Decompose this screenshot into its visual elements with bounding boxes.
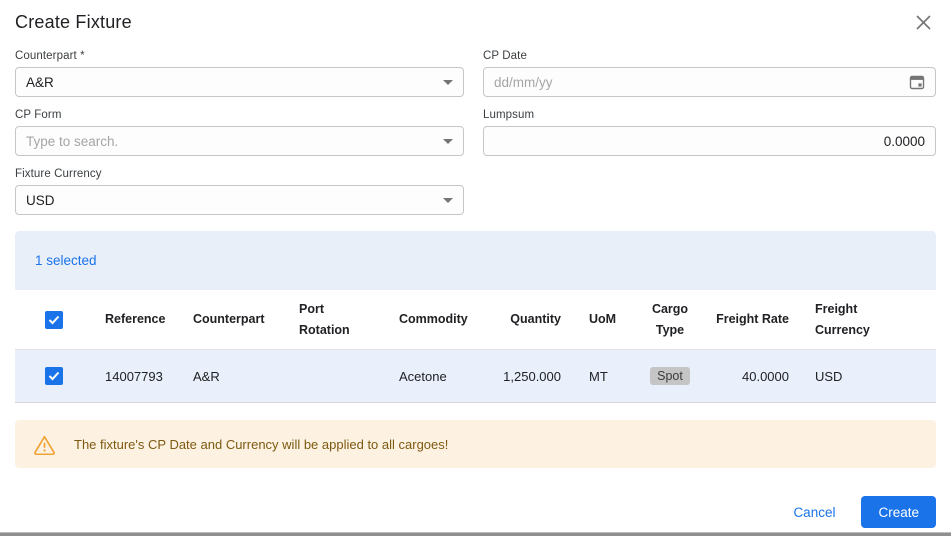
row-checkbox[interactable] (45, 367, 63, 385)
check-icon (48, 315, 60, 324)
warning-icon (34, 435, 55, 455)
table-row[interactable]: 14007793 A&R Acetone 1,250.000 MT Spot 4… (15, 350, 936, 403)
fixture-form: Counterpart * A&R CP Date CP Form Typ (15, 50, 936, 227)
cp-date-control (483, 67, 936, 97)
cargo-type-badge: Spot (650, 367, 690, 385)
lumpsum-input[interactable] (494, 127, 925, 155)
lumpsum-control (483, 126, 936, 156)
counterpart-value: A&R (26, 74, 54, 90)
header-checkbox-cell (15, 310, 91, 329)
fixture-currency-select[interactable]: USD (15, 185, 464, 215)
selection-banner: 1 selected (15, 231, 936, 290)
cargo-table: 1 selected Reference Counterpart Port Ro… (15, 231, 936, 403)
dialog-footer: Cancel Create (15, 496, 936, 528)
cell-reference: 14007793 (105, 368, 163, 384)
cell-commodity: Acetone (399, 368, 447, 384)
column-header-cargo-type: Cargo Type (651, 301, 689, 337)
fixture-currency-label: Fixture Currency (15, 168, 102, 180)
column-header-freight-rate: Freight Rate (716, 312, 789, 327)
cp-form-select[interactable]: Type to search. (15, 126, 464, 156)
counterpart-field: Counterpart * A&R (15, 50, 464, 97)
cell-cargo-type: Spot (629, 367, 711, 385)
chevron-down-icon (443, 197, 453, 203)
cp-date-field: CP Date (483, 50, 936, 97)
fixture-currency-field: Fixture Currency USD (15, 168, 464, 215)
column-header-quantity: Quantity (510, 312, 561, 327)
lumpsum-field: Lumpsum (483, 109, 936, 156)
counterpart-select[interactable]: A&R (15, 67, 464, 97)
chevron-down-icon (443, 138, 453, 144)
cell-freight-rate: 40.0000 (742, 368, 789, 384)
column-header-reference: Reference (105, 312, 166, 327)
warning-message: The fixture's CP Date and Currency will … (74, 436, 449, 452)
calendar-icon[interactable] (909, 74, 925, 90)
warning-banner: The fixture's CP Date and Currency will … (15, 420, 936, 468)
column-header-counterpart: Counterpart (193, 312, 265, 327)
column-header-uom: UoM (589, 312, 617, 327)
cell-freight-currency: USD (815, 368, 843, 384)
create-fixture-dialog: Create Fixture Counterpart * A&R CP Date (0, 0, 951, 536)
cell-counterpart: A&R (193, 368, 220, 384)
select-all-checkbox[interactable] (45, 310, 63, 329)
fixture-currency-value: USD (26, 192, 55, 208)
lumpsum-label: Lumpsum (483, 109, 535, 121)
cell-uom: MT (589, 368, 608, 384)
check-icon (48, 371, 60, 381)
cp-date-input[interactable] (494, 68, 901, 96)
dialog-header: Create Fixture (15, 8, 936, 36)
cell-quantity: 1,250.000 (503, 368, 561, 384)
cancel-button[interactable]: Cancel (781, 497, 847, 528)
counterpart-label: Counterpart * (15, 50, 85, 62)
close-button[interactable] (911, 10, 936, 35)
column-header-commodity: Commodity (399, 312, 468, 327)
cp-form-label: CP Form (15, 109, 62, 121)
cp-form-placeholder: Type to search. (26, 133, 119, 149)
cp-date-label: CP Date (483, 50, 527, 62)
chevron-down-icon (443, 79, 453, 85)
row-checkbox-cell (15, 367, 91, 385)
selected-count: 1 selected (35, 253, 97, 268)
page-title: Create Fixture (15, 12, 132, 32)
column-header-port-rotation: Port Rotation (299, 301, 350, 337)
background-page-edge (0, 532, 951, 536)
cp-form-field: CP Form Type to search. (15, 109, 464, 156)
create-button[interactable]: Create (861, 496, 936, 528)
column-header-freight-currency: Freight Currency (815, 301, 870, 337)
close-icon (916, 15, 931, 30)
table-header-row: Reference Counterpart Port Rotation Comm… (15, 290, 936, 350)
